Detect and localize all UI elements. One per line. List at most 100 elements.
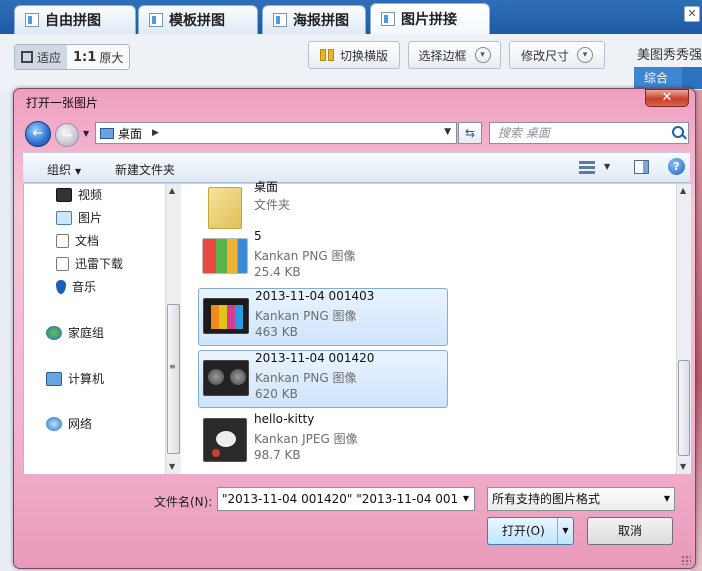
list-item[interactable]: 2013-11-04 001420 Kankan PNG 图像 620 KB — [198, 350, 448, 408]
organize-label: 组织 — [47, 163, 72, 177]
filename-value: "2013-11-04 001420" "2013-11-04 00140 — [222, 492, 474, 506]
recent-locations-dropdown[interactable]: ▼ — [83, 129, 89, 138]
film-icon — [56, 187, 72, 202]
cancel-button[interactable]: 取消 — [587, 517, 673, 545]
orientation-icon — [319, 49, 334, 61]
file-size: 463 KB — [255, 325, 298, 339]
view-toggle: 适应 1:1 原大 — [14, 44, 131, 70]
address-bar[interactable]: 桌面 ▶ ▼ — [95, 122, 457, 144]
list-item[interactable]: hello-kitty Kankan JPEG 图像 98.7 KB — [198, 412, 448, 470]
scroll-up-icon[interactable]: ▲ — [169, 186, 175, 195]
sidebar-item-label: 文档 — [75, 234, 100, 248]
sidebar-item-music[interactable]: 音乐 — [56, 278, 96, 295]
preview-pane-icon[interactable] — [634, 160, 649, 174]
kitty-head-graphic — [216, 431, 236, 447]
scroll-thumb-grip-icon: ≡ — [169, 362, 176, 371]
image-thumbnail — [203, 298, 249, 334]
open-options-dropdown[interactable]: ▼ — [557, 518, 573, 544]
free-collage-icon — [25, 13, 39, 27]
refresh-button[interactable]: ⇆ — [458, 122, 482, 144]
sidebar-item-network[interactable]: 网络 — [46, 415, 92, 432]
open-label: 打开(O) — [502, 524, 545, 538]
resize-grip-icon[interactable] — [681, 555, 691, 565]
resize-label: 修改尺寸 — [520, 48, 569, 63]
search-input[interactable]: 搜索 桌面 — [489, 122, 689, 144]
scroll-thumb[interactable] — [167, 304, 180, 454]
music-note-icon — [56, 279, 66, 294]
sidebar-item-thunder-downloads[interactable]: 迅雷下载 — [56, 255, 123, 272]
forward-button[interactable]: → — [55, 123, 79, 147]
tab-label: 海报拼图 — [293, 13, 349, 29]
filename-field[interactable]: "2013-11-04 001420" "2013-11-04 00140 ▼ — [217, 487, 475, 511]
sidebar-item-label: 图片 — [78, 211, 103, 225]
app-toolbar: 适应 1:1 原大 切换横版 选择边框 ▾ 修改尺寸 ▾ — [0, 34, 620, 90]
template-collage-icon — [149, 13, 163, 27]
network-icon — [46, 416, 62, 431]
sidebar-item-label: 视频 — [78, 188, 103, 202]
turntable-right-graphic — [230, 369, 246, 385]
side-tab-general[interactable]: 综合 — [634, 67, 702, 89]
open-button[interactable]: 打开(O) ▼ — [487, 517, 574, 545]
tab-label: 图片拼接 — [401, 12, 457, 28]
list-item[interactable]: 5 Kankan PNG 图像 25.4 KB — [198, 229, 448, 287]
view-dropdown-icon[interactable]: ▼ — [604, 162, 610, 171]
resize-button[interactable]: 修改尺寸 ▾ — [509, 41, 605, 69]
sidebar-item-pictures[interactable]: 图片 — [56, 209, 102, 226]
file-name: 桌面 — [254, 180, 279, 194]
help-icon[interactable]: ? — [668, 158, 685, 175]
file-list: 桌面 文件夹 5 Kankan PNG 图像 25.4 KB 2013-11-0… — [184, 180, 676, 474]
sidebar-item-videos[interactable]: 视频 — [56, 186, 102, 203]
new-folder-button[interactable]: 新建文件夹 — [115, 161, 175, 178]
sidebar-item-computer[interactable]: 计算机 — [46, 370, 104, 387]
sidebar-item-label: 迅雷下载 — [75, 257, 124, 271]
document-icon — [56, 233, 69, 248]
image-thumbnail — [203, 360, 249, 396]
breadcrumb-desktop[interactable]: 桌面 — [118, 125, 142, 142]
select-border-button[interactable]: 选择边框 ▾ — [408, 41, 501, 69]
browser-content: 视频 图片 文档 迅雷下载 音乐 家庭组 计算机 网络 ▲ ≡ ▼ 桌面 文件夹… — [23, 180, 691, 474]
organize-menu[interactable]: 组织 ▼ — [47, 161, 81, 178]
sidebar-item-homegroup[interactable]: 家庭组 — [46, 324, 104, 341]
scroll-down-icon[interactable]: ▼ — [680, 462, 686, 471]
file-type: Kankan PNG 图像 — [255, 309, 357, 323]
file-type-select[interactable]: 所有支持的图片格式 ▼ — [487, 487, 675, 511]
file-name: hello-kitty — [254, 412, 315, 426]
turntable-left-graphic — [208, 369, 224, 385]
sidebar-item-label: 网络 — [68, 417, 93, 431]
list-item[interactable]: 桌面 文件夹 — [198, 178, 448, 236]
actual-size-button[interactable]: 1:1 原大 — [67, 45, 129, 69]
scroll-down-icon[interactable]: ▼ — [169, 462, 175, 471]
address-dropdown-icon[interactable]: ▼ — [444, 127, 451, 137]
fit-icon — [21, 51, 33, 63]
nav-scrollbar[interactable]: ▲ ≡ ▼ — [165, 184, 181, 474]
dialog-close-button[interactable]: ✕ — [645, 89, 689, 107]
file-size: 620 KB — [255, 387, 298, 401]
fit-button[interactable]: 适应 — [15, 45, 68, 69]
tab-free-collage[interactable]: 自由拼图 — [14, 5, 136, 34]
image-thumbnail — [202, 238, 248, 274]
tab-template-collage[interactable]: 模板拼图 — [138, 5, 258, 34]
tab-image-stitch[interactable]: 图片拼接 — [370, 3, 490, 34]
switch-orientation-button[interactable]: 切换横版 — [308, 41, 400, 69]
chevron-down-icon: ▼ — [663, 494, 670, 503]
switch-orientation-label: 切换横版 — [339, 48, 388, 63]
view-options-icon[interactable] — [579, 161, 595, 175]
desktop-icon — [100, 127, 114, 139]
search-icon — [672, 126, 684, 138]
navigation-row: ← → ▼ 桌面 ▶ ▼ ⇆ 搜索 桌面 — [14, 116, 697, 152]
computer-icon — [46, 371, 62, 386]
chevron-down-icon[interactable]: ▼ — [458, 488, 474, 510]
tab-poster-collage[interactable]: 海报拼图 — [262, 5, 366, 34]
file-type: Kankan PNG 图像 — [254, 249, 356, 263]
back-button[interactable]: ← — [25, 121, 51, 147]
chevron-down-icon: ▼ — [75, 167, 82, 176]
file-list-scrollbar[interactable]: ▲ ▼ — [676, 184, 691, 474]
download-icon — [56, 256, 69, 271]
breadcrumb-chevron-icon[interactable]: ▶ — [152, 128, 159, 138]
chevron-down-icon: ▾ — [474, 47, 491, 63]
app-close-button[interactable]: ✕ — [684, 6, 700, 22]
sidebar-item-documents[interactable]: 文档 — [56, 232, 99, 249]
scroll-up-icon[interactable]: ▲ — [680, 186, 686, 195]
scroll-thumb[interactable] — [678, 360, 690, 456]
list-item[interactable]: 2013-11-04 001403 Kankan PNG 图像 463 KB — [198, 288, 448, 346]
